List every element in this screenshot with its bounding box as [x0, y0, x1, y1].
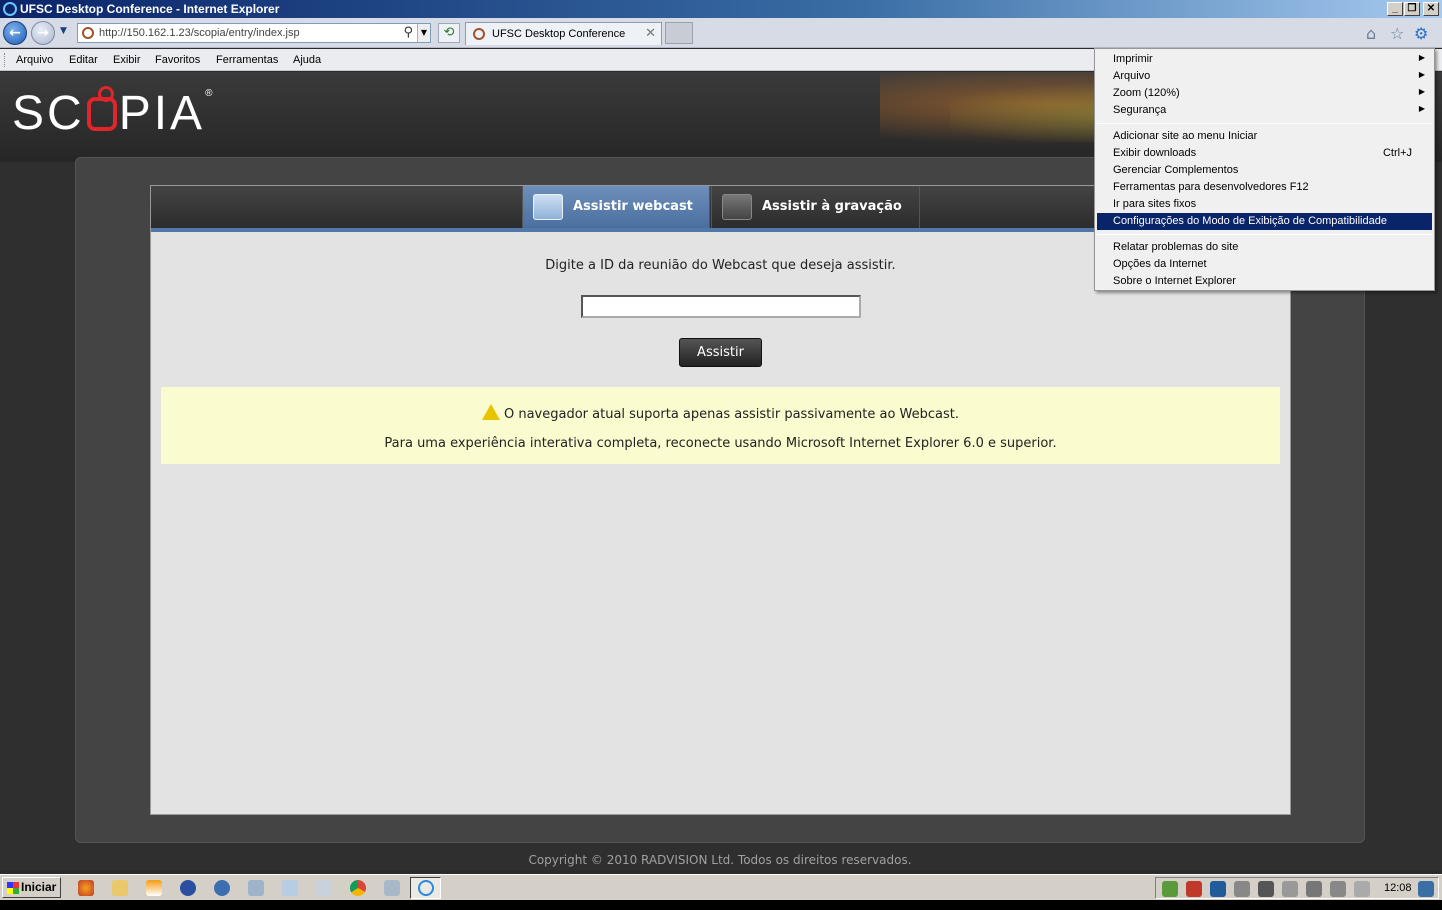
title-bar: UFSC Desktop Conference - Internet Explo… — [0, 0, 1442, 18]
menu-item-exibir-downloads[interactable]: Exibir downloads Ctrl+J — [1097, 145, 1432, 162]
tab-label: Assistir à gravação — [762, 199, 902, 214]
address-field[interactable]: http://150.162.1.23/scopia/entry/index.j… — [77, 23, 431, 43]
tab-assistir-gravacao[interactable]: Assistir à gravação — [711, 186, 920, 228]
compat-refresh-button[interactable]: ⟲ — [438, 23, 460, 43]
app-icon[interactable] — [180, 880, 196, 896]
new-tab-button[interactable] — [665, 22, 693, 44]
screen-border — [0, 900, 1442, 910]
ie-logo-icon — [3, 2, 17, 16]
menu-item-zoom[interactable]: Zoom (120%) ▶ — [1097, 85, 1432, 102]
app-icon[interactable] — [1282, 881, 1298, 897]
shield-icon[interactable] — [1162, 881, 1178, 897]
menu-arquivo[interactable]: Arquivo — [16, 54, 53, 66]
tab-title: UFSC Desktop Conference — [492, 28, 626, 40]
menu-item-gerenciar-complementos[interactable]: Gerenciar Complementos — [1097, 162, 1432, 179]
menu-exibir[interactable]: Exibir — [113, 54, 141, 66]
network-icon[interactable] — [1330, 881, 1346, 897]
search-icon[interactable] — [248, 880, 264, 896]
system-tray: 12:08 — [1155, 877, 1439, 899]
warning-icon — [481, 404, 500, 420]
taskbar: Iniciar 12:08 — [0, 874, 1442, 900]
app-icon[interactable] — [384, 880, 400, 896]
search-icon[interactable]: ⚲ — [403, 25, 413, 40]
menu-separator — [1097, 123, 1432, 124]
calculator-icon[interactable] — [316, 880, 332, 896]
logo-o-icon — [86, 86, 117, 131]
menu-item-compatibilidade[interactable]: Configurações do Modo de Exibição de Com… — [1097, 213, 1432, 230]
restore-button[interactable]: ❐ — [1404, 2, 1420, 16]
speaker-icon[interactable] — [1234, 881, 1250, 897]
assistir-button[interactable]: Assistir — [679, 338, 762, 367]
home-icon[interactable]: ⌂ — [1366, 24, 1376, 43]
tab-label: Assistir webcast — [573, 199, 693, 214]
window-title: UFSC Desktop Conference - Internet Explo… — [20, 2, 280, 16]
webcam-icon — [533, 194, 563, 220]
browser-tab[interactable]: UFSC Desktop Conference ✕ — [465, 22, 662, 45]
network-icon[interactable] — [1258, 881, 1274, 897]
menu-editar[interactable]: Editar — [69, 54, 98, 66]
menu-separator — [1097, 234, 1432, 235]
tools-gear-icon[interactable]: ⚙ — [1414, 24, 1428, 43]
back-button[interactable]: ← — [3, 21, 27, 45]
menu-ferramentas[interactable]: Ferramentas — [216, 54, 278, 66]
menu-ajuda[interactable]: Ajuda — [293, 54, 321, 66]
menu-item-sobre-ie[interactable]: Sobre o Internet Explorer — [1097, 273, 1432, 290]
film-play-icon — [722, 194, 752, 220]
scopia-logo: SC PIA® — [12, 86, 216, 140]
menu-item-seguranca[interactable]: Segurança ▶ — [1097, 102, 1432, 119]
flag-icon[interactable] — [1306, 881, 1322, 897]
menu-favoritos[interactable]: Favoritos — [155, 54, 200, 66]
menubar-grip — [4, 53, 6, 67]
menu-item-arquivo[interactable]: Arquivo ▶ — [1097, 68, 1432, 85]
close-window-button[interactable]: ✕ — [1423, 2, 1439, 16]
history-dropdown-icon[interactable]: ▼ — [60, 26, 67, 36]
menu-item-opcoes-internet[interactable]: Opções da Internet — [1097, 256, 1432, 273]
site-favicon-icon — [82, 27, 94, 39]
forward-button[interactable]: → — [31, 21, 55, 45]
menu-item-adicionar-site[interactable]: Adicionar site ao menu Iniciar — [1097, 128, 1432, 145]
submenu-arrow-icon: ▶ — [1418, 87, 1425, 96]
minimize-button[interactable]: _ — [1387, 2, 1403, 16]
meeting-id-input[interactable] — [581, 295, 861, 318]
submenu-arrow-icon: ▶ — [1418, 70, 1425, 79]
submenu-arrow-icon: ▶ — [1418, 104, 1425, 113]
menu-item-relatar-problemas[interactable]: Relatar problemas do site — [1097, 239, 1432, 256]
menu-item-sites-fixos[interactable]: Ir para sites fixos — [1097, 196, 1432, 213]
notice-line-1: O navegador atual suporta apenas assisti… — [161, 402, 1280, 422]
navigation-bar: ← → ▼ http://150.162.1.23/scopia/entry/i… — [0, 18, 1442, 48]
tab-close-icon[interactable]: ✕ — [645, 26, 656, 41]
windows-flag-icon — [7, 882, 19, 894]
app-icon[interactable] — [214, 880, 230, 896]
submenu-arrow-icon: ▶ — [1418, 53, 1425, 62]
clock[interactable]: 12:08 — [1384, 882, 1412, 894]
address-dropdown-icon[interactable]: ▼ — [417, 24, 430, 42]
vlc-icon[interactable] — [146, 880, 162, 896]
volume-icon[interactable] — [1354, 881, 1370, 897]
app-icon[interactable] — [282, 880, 298, 896]
tab-favicon-icon — [473, 28, 485, 40]
address-url[interactable]: http://150.162.1.23/scopia/entry/index.j… — [99, 27, 300, 39]
folder-icon[interactable] — [112, 880, 128, 896]
firefox-icon[interactable] — [78, 880, 94, 896]
show-desktop-icon[interactable] — [1418, 881, 1434, 897]
tab-assistir-webcast[interactable]: Assistir webcast — [522, 186, 710, 228]
browser-notice: O navegador atual suporta apenas assisti… — [161, 387, 1280, 464]
notice-line-2: Para uma experiência interativa completa… — [384, 436, 1057, 451]
taskbar-ie-button[interactable] — [410, 877, 441, 899]
chrome-icon[interactable] — [350, 880, 366, 896]
copyright-text: Copyright © 2010 RADVISION Ltd. Todos os… — [528, 853, 912, 867]
tools-menu: Imprimir ▶ Arquivo ▶ Zoom (120%) ▶ Seguranç… — [1094, 48, 1435, 291]
favorites-star-icon[interactable]: ☆ — [1390, 24, 1404, 43]
ie-icon — [418, 880, 434, 896]
app-icon[interactable] — [1210, 881, 1226, 897]
menu-item-imprimir[interactable]: Imprimir ▶ — [1097, 51, 1432, 68]
acrobat-icon[interactable] — [1186, 881, 1202, 897]
start-button[interactable]: Iniciar — [2, 877, 61, 898]
menu-item-ferramentas-desenvolvedores[interactable]: Ferramentas para desenvolvedores F12 — [1097, 179, 1432, 196]
